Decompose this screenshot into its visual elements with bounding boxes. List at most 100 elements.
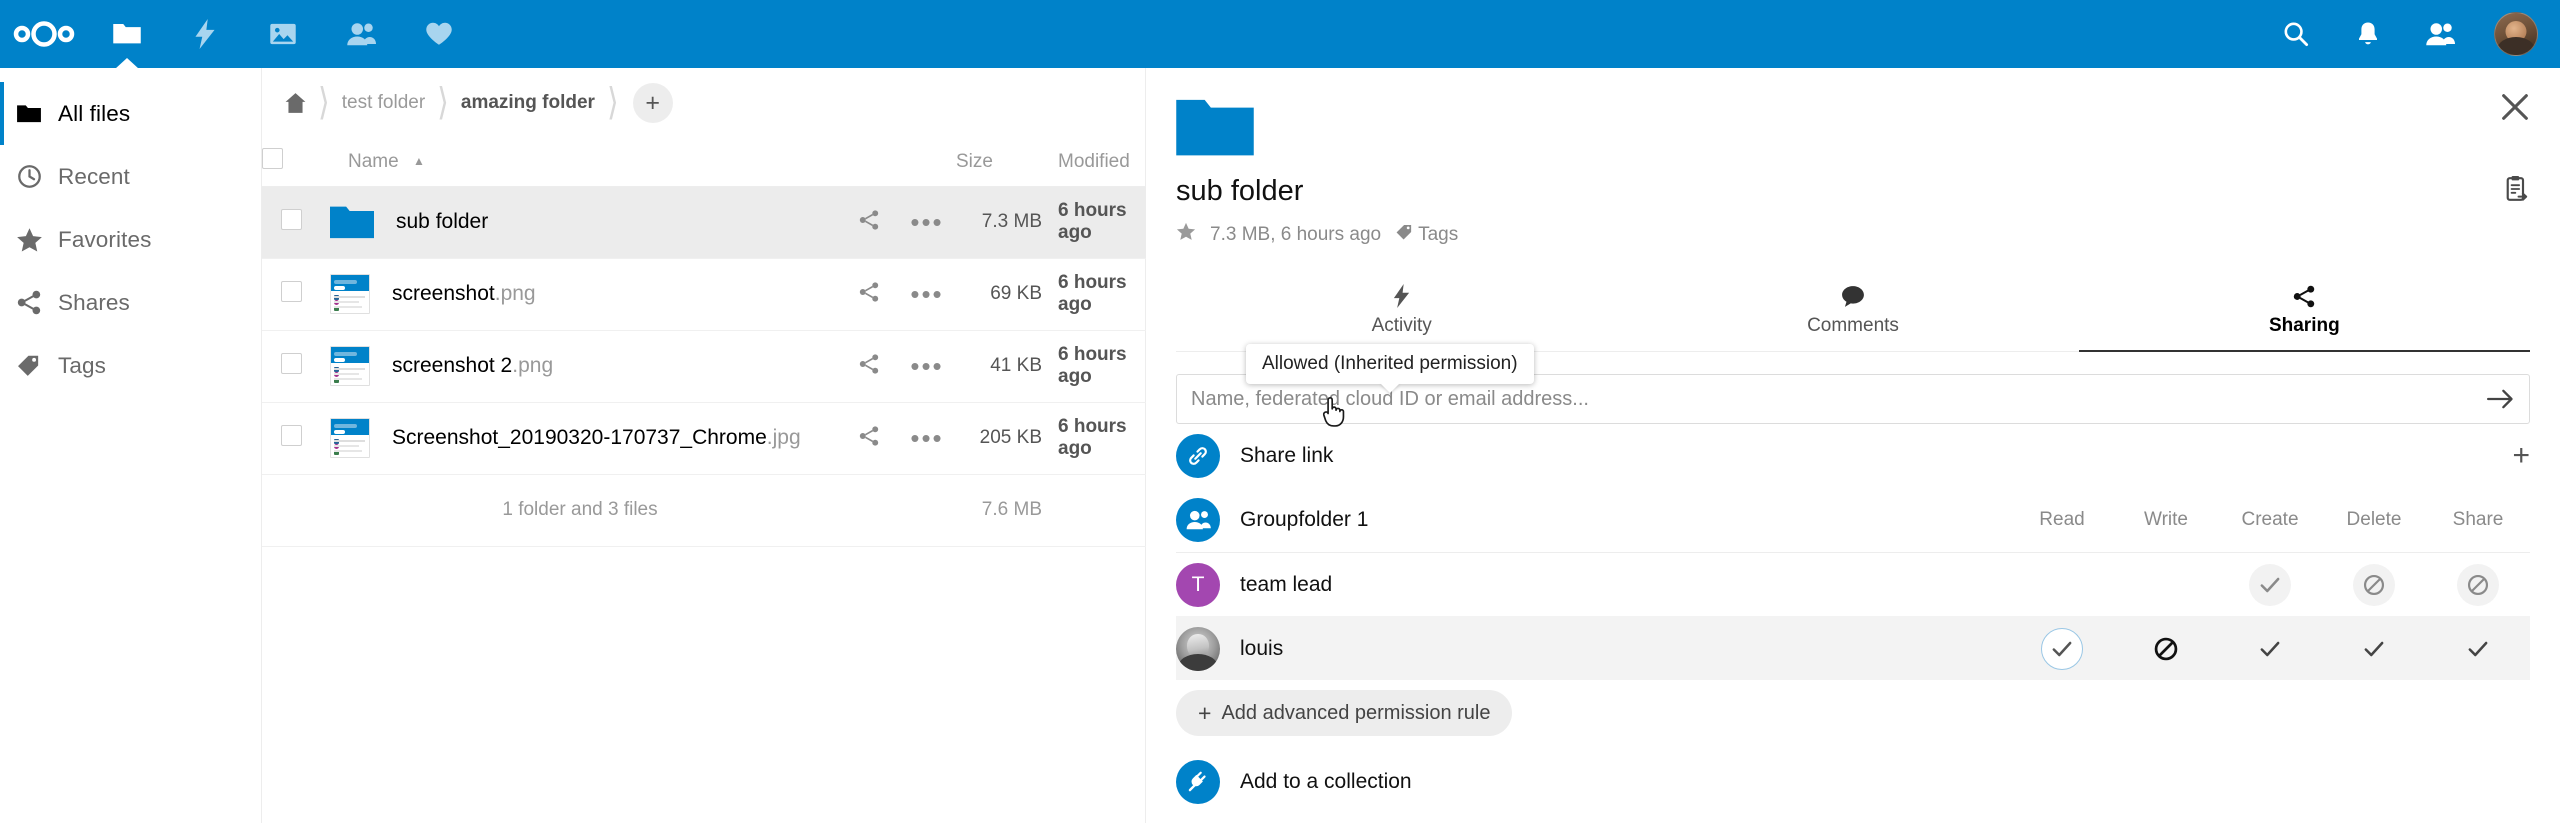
user-avatar[interactable]: [2494, 12, 2538, 56]
row-name-cell[interactable]: Screenshot_20190320-170737_Chrome.jpg: [320, 402, 840, 475]
add-permission-rule-wrapper: + Add advanced permission rule: [1176, 680, 2530, 736]
permission-cell-write[interactable]: [2114, 628, 2218, 670]
share-icon[interactable]: [858, 281, 880, 308]
column-header-size[interactable]: Size: [956, 138, 1052, 187]
add-share-link-button[interactable]: +: [2512, 441, 2530, 471]
tab-comments[interactable]: Comments: [1627, 273, 2078, 351]
topbar-app-photos[interactable]: [244, 0, 322, 68]
table-row[interactable]: screenshot 2.png ••• 41 KB 6 hours ago: [262, 330, 1146, 403]
sidebar-item-shares[interactable]: Shares: [0, 271, 261, 334]
add-advanced-permission-rule-button[interactable]: + Add advanced permission rule: [1176, 690, 1513, 736]
row-actions-menu-icon[interactable]: •••: [910, 279, 943, 309]
row-size: 205 KB: [956, 402, 1052, 475]
tab-sharing[interactable]: Sharing: [2078, 273, 2531, 352]
permission-cell-create[interactable]: [2218, 563, 2322, 606]
permission-header-share[interactable]: Share: [2426, 509, 2530, 531]
breadcrumb-test-folder[interactable]: test folder: [332, 92, 435, 114]
table-row[interactable]: screenshot.png ••• 69 KB 6 hours ago: [262, 258, 1146, 331]
column-label-name: Name: [348, 150, 399, 172]
share-icon[interactable]: [858, 209, 880, 236]
table-row[interactable]: sub folder ••• 7.3 MB 6 hours ago: [262, 186, 1146, 259]
app-navigation-sidebar: All files Recent Favorites Shares Tags: [0, 68, 262, 823]
row-name-cell[interactable]: screenshot 2.png: [320, 330, 840, 403]
permission-cell-read[interactable]: [2010, 564, 2114, 606]
share-link-row[interactable]: Share link +: [1176, 424, 2530, 488]
details-tags-button[interactable]: Tags: [1395, 223, 1458, 247]
permission-header-read[interactable]: Read: [2010, 509, 2114, 531]
topbar-app-files[interactable]: [88, 0, 166, 69]
tab-activity[interactable]: Activity: [1176, 273, 1627, 351]
image-thumbnail-icon: [330, 346, 370, 386]
permission-cell-delete[interactable]: [2322, 628, 2426, 670]
sidebar-label-shares: Shares: [58, 289, 130, 315]
permission-header-create[interactable]: Create: [2218, 509, 2322, 531]
notifications-bell-icon[interactable]: [2332, 0, 2404, 68]
summary-count: 1 folder and 3 files: [320, 474, 840, 547]
sidebar-item-all-files[interactable]: All files: [0, 82, 261, 145]
contacts-menu-icon[interactable]: [2404, 0, 2476, 68]
image-thumbnail-icon: [330, 274, 370, 314]
row-actions-menu-icon[interactable]: •••: [910, 423, 943, 453]
column-header-name[interactable]: Name ▲: [320, 138, 840, 187]
row-select-cell: [262, 402, 320, 475]
permission-header-write[interactable]: Write: [2114, 509, 2218, 531]
arrow-right-icon[interactable]: [2487, 388, 2515, 410]
page-title: sub folder: [1176, 175, 1304, 207]
lightning-icon: [1176, 283, 1627, 309]
file-name: sub folder: [396, 210, 489, 233]
row-checkbox[interactable]: [280, 425, 302, 446]
permission-cell-write[interactable]: [2114, 564, 2218, 606]
row-size: 7.3 MB: [956, 186, 1052, 259]
row-name-cell[interactable]: screenshot.png: [320, 258, 840, 331]
row-modified: 6 hours ago: [1052, 402, 1146, 475]
check-icon: [2353, 628, 2395, 670]
topbar-app-activity[interactable]: [166, 0, 244, 68]
permission-cell-read[interactable]: [2010, 627, 2114, 670]
sidebar-item-recent[interactable]: Recent: [0, 145, 261, 208]
permission-cell-delete[interactable]: [2322, 563, 2426, 606]
check-icon: [2249, 563, 2291, 606]
search-icon[interactable]: [2260, 0, 2332, 68]
sidebar-item-favorites[interactable]: Favorites: [0, 208, 261, 271]
share-icon[interactable]: [858, 425, 880, 452]
permission-cell-create[interactable]: [2218, 628, 2322, 670]
topbar-app-favorites[interactable]: [400, 0, 478, 68]
row-actions-menu-icon[interactable]: •••: [910, 351, 943, 381]
groupfolder-permissions-header: Groupfolder 1 Read Write Create Delete S…: [1176, 488, 2530, 552]
nextcloud-logo[interactable]: [0, 0, 88, 68]
share-icon[interactable]: [858, 353, 880, 380]
details-metadata: 7.3 MB, 6 hours ago Tags: [1176, 222, 2530, 247]
share-icon: [2079, 283, 2530, 309]
row-actions-menu-icon[interactable]: •••: [910, 207, 943, 237]
breadcrumb-amazing-folder[interactable]: amazing folder: [451, 92, 605, 114]
home-icon[interactable]: [274, 92, 316, 114]
permission-row-louis[interactable]: louis: [1176, 616, 2530, 680]
check-icon: [2249, 628, 2291, 670]
add-to-collection-row[interactable]: Add to a collection: [1176, 750, 2530, 814]
topbar-app-contacts[interactable]: [322, 0, 400, 68]
permission-tooltip: Allowed (Inherited permission): [1246, 344, 1534, 384]
row-checkbox[interactable]: [280, 209, 302, 230]
row-select-cell: [262, 258, 320, 331]
summary-spacer: [262, 474, 320, 547]
permission-row-name: louis: [1240, 636, 1284, 660]
row-checkbox[interactable]: [280, 353, 302, 374]
copy-internal-link-icon[interactable]: [2502, 175, 2530, 208]
select-all-checkbox[interactable]: [262, 148, 283, 170]
table-row[interactable]: Screenshot_20190320-170737_Chrome.jpg ••…: [262, 402, 1146, 475]
close-icon[interactable]: [2498, 90, 2532, 124]
new-file-button[interactable]: +: [632, 83, 673, 123]
denied-icon: [2353, 563, 2395, 606]
star-icon[interactable]: [1176, 222, 1196, 247]
row-name-cell[interactable]: sub folder: [320, 186, 840, 259]
sidebar-item-tags[interactable]: Tags: [0, 334, 261, 397]
row-checkbox[interactable]: [280, 281, 302, 302]
column-header-modified[interactable]: Modified: [1052, 138, 1146, 187]
permission-row-team-lead[interactable]: T team lead: [1176, 552, 2530, 616]
row-size: 69 KB: [956, 258, 1052, 331]
permission-cell-share[interactable]: [2426, 628, 2530, 670]
permission-cell-share[interactable]: [2426, 563, 2530, 606]
permission-header-delete[interactable]: Delete: [2322, 509, 2426, 531]
avatar: [1176, 626, 1220, 671]
row-menu-cell: •••: [898, 186, 956, 259]
